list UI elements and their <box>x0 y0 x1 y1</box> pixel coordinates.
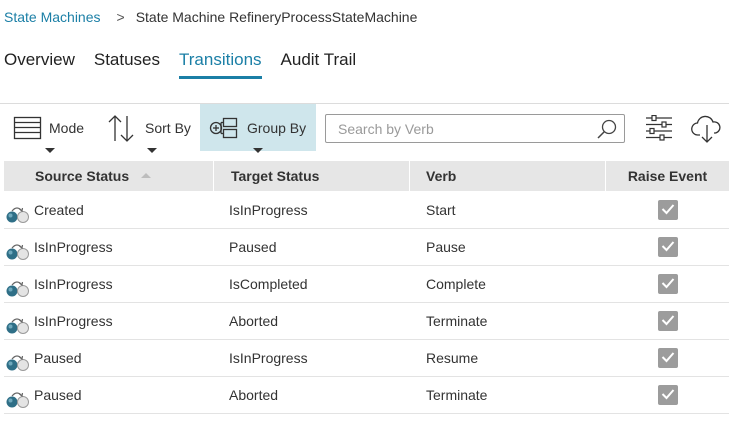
sort-by-button[interactable]: Sort By <box>107 104 197 153</box>
cell-verb: Pause <box>426 238 466 255</box>
column-header-verb[interactable]: Verb <box>410 161 606 191</box>
search-icon[interactable] <box>596 118 618 140</box>
status-transition-icon <box>5 238 31 260</box>
search-box <box>325 114 625 143</box>
cell-raise-event <box>606 303 729 340</box>
table-row[interactable]: Paused Aborted Terminate <box>4 377 729 414</box>
table-body: Created IsInProgress Start IsInProgress Paus… <box>4 192 729 414</box>
column-header-source-status[interactable]: Source Status <box>4 161 214 191</box>
source-status-text: Paused <box>34 349 82 366</box>
sort-ascending-icon <box>141 173 151 178</box>
cell-source-status: Created <box>4 192 214 229</box>
cell-source-status: Paused <box>4 377 214 414</box>
source-status-text: Created <box>34 201 84 218</box>
raise-event-checkbox[interactable] <box>657 385 678 405</box>
cell-raise-event <box>606 340 729 377</box>
raise-event-checkbox[interactable] <box>657 274 678 294</box>
tab-audit-trail[interactable]: Audit Trail <box>281 50 357 79</box>
cell-target-status: Paused <box>229 238 277 255</box>
status-transition-icon <box>5 201 31 223</box>
group-by-label: Group By <box>247 119 307 136</box>
raise-event-checkbox[interactable] <box>657 311 678 331</box>
table-header: Source Status Target Status Verb Raise E… <box>4 161 729 191</box>
chevron-down-icon <box>147 147 157 153</box>
sort-by-label: Sort By <box>145 119 191 136</box>
mode-label: Mode <box>49 119 85 136</box>
checkmark-icon <box>661 229 675 266</box>
cell-verb: Complete <box>426 275 486 292</box>
checkmark-icon <box>661 266 675 303</box>
cell-raise-event <box>606 192 729 229</box>
breadcrumb: State Machines > State Machine RefineryP… <box>4 9 417 25</box>
cell-target-status: Aborted <box>229 386 279 403</box>
source-status-text: IsInProgress <box>34 312 113 329</box>
cell-source-status: IsInProgress <box>4 266 214 303</box>
cell-raise-event <box>606 229 729 266</box>
breadcrumb-current: State Machine RefineryProcessStateMachin… <box>135 9 418 25</box>
group-by-icon <box>209 113 263 153</box>
cell-target-status: IsInProgress <box>229 349 308 366</box>
tab-statuses[interactable]: Statuses <box>94 50 160 79</box>
tab-transitions[interactable]: Transitions <box>179 50 262 79</box>
cell-target-status: Aborted <box>229 312 279 329</box>
status-transition-icon <box>5 349 31 371</box>
table-row[interactable]: IsInProgress IsCompleted Complete <box>4 266 729 303</box>
checkmark-icon <box>661 192 675 229</box>
breadcrumb-separator: > <box>116 9 125 25</box>
status-transition-icon <box>5 312 31 334</box>
checkmark-icon <box>661 303 675 340</box>
column-header-raise-event[interactable]: Raise Event <box>606 161 729 191</box>
source-status-text: IsInProgress <box>34 238 113 255</box>
cell-raise-event <box>606 266 729 303</box>
checkmark-icon <box>661 377 675 414</box>
cell-source-status: IsInProgress <box>4 303 214 340</box>
cell-target-status: IsCompleted <box>229 275 308 292</box>
cell-verb: Terminate <box>426 312 488 329</box>
column-header-target-status[interactable]: Target Status <box>214 161 410 191</box>
sort-arrows-icon <box>107 113 157 153</box>
tab-overview[interactable]: Overview <box>4 50 75 79</box>
checkmark-icon <box>661 340 675 377</box>
raise-event-checkbox[interactable] <box>657 348 678 368</box>
mode-list-icon <box>13 113 55 153</box>
table-row[interactable]: Paused IsInProgress Resume <box>4 340 729 377</box>
raise-event-checkbox[interactable] <box>657 200 678 220</box>
source-status-text: Paused <box>34 386 82 403</box>
cell-target-status: IsInProgress <box>229 201 308 218</box>
cell-source-status: IsInProgress <box>4 229 214 266</box>
search-input[interactable] <box>336 120 586 138</box>
cell-verb: Start <box>426 201 456 218</box>
cell-verb: Terminate <box>426 386 488 403</box>
filter-sliders-icon[interactable] <box>645 114 673 141</box>
group-by-button[interactable]: Group By <box>200 104 316 153</box>
breadcrumb-link-state-machines[interactable]: State Machines <box>4 9 101 25</box>
status-transition-icon <box>5 386 31 408</box>
raise-event-checkbox[interactable] <box>657 237 678 257</box>
mode-button[interactable]: Mode <box>13 104 93 153</box>
source-status-text: IsInProgress <box>34 275 113 292</box>
table-row[interactable]: Created IsInProgress Start <box>4 192 729 229</box>
toolbar: Mode Sort By Group By Search by Verb <box>0 104 729 153</box>
cloud-download-icon[interactable] <box>691 113 723 145</box>
table-row[interactable]: IsInProgress Paused Pause <box>4 229 729 266</box>
chevron-down-icon <box>45 147 55 153</box>
cell-raise-event <box>606 377 729 414</box>
table-row[interactable]: IsInProgress Aborted Terminate <box>4 303 729 340</box>
cell-source-status: Paused <box>4 340 214 377</box>
tab-bar: Overview Statuses Transitions Audit Trai… <box>4 50 375 79</box>
status-transition-icon <box>5 275 31 297</box>
chevron-down-icon <box>253 147 263 153</box>
cell-verb: Resume <box>426 349 479 366</box>
